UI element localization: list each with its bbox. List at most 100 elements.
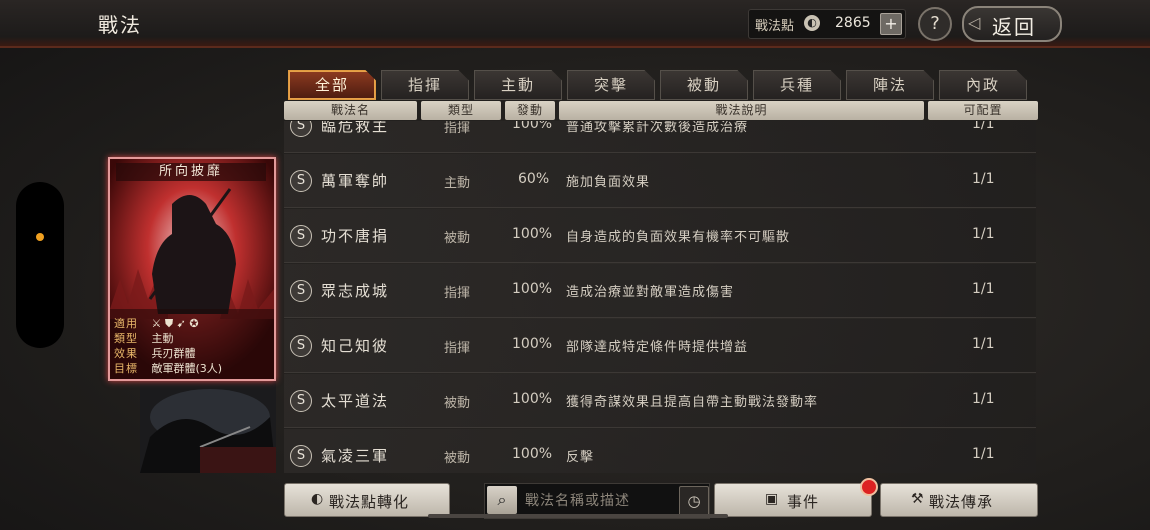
tactic-name: 眾志成城 bbox=[321, 282, 390, 300]
tab-all[interactable]: 全部 bbox=[288, 70, 376, 100]
history-clock-icon[interactable]: ◷ bbox=[679, 486, 709, 516]
bottom-bar: ◐ 戰法點轉化 ⌕ ◷ ▣ 事件 ⚒ 戰法傳承 bbox=[0, 480, 1150, 530]
tactic-name: 萬軍奪帥 bbox=[321, 172, 390, 190]
points-value: 2865 bbox=[835, 15, 871, 31]
selected-tactic-card[interactable]: 所向披靡 適用 ⚔ ⛊ ➹ ✪ 類型 主動 效果 兵刃群體 目標 敵軍群體(3人… bbox=[108, 157, 276, 381]
table-row[interactable]: S 萬軍奪帥 主動 60% 施加負面效果 1/1 bbox=[284, 154, 1036, 208]
table-row[interactable]: S 氣凌三軍 被動 100% 反擊 1/1 bbox=[284, 429, 1036, 473]
help-button[interactable]: ? bbox=[918, 7, 952, 41]
tactic-rate: 100% bbox=[512, 121, 553, 132]
tactic-desc: 獲得奇謀效果且提高自帶主動戰法發動率 bbox=[566, 395, 819, 410]
tab-command[interactable]: 指揮 bbox=[381, 70, 469, 100]
tactic-desc: 自身造成的負面效果有機率不可驅散 bbox=[566, 230, 791, 245]
table-row[interactable]: S 太平道法 被動 100% 獲得奇謀效果且提高自帶主動戰法發動率 1/1 bbox=[284, 374, 1036, 428]
back-label: 返回 bbox=[992, 15, 1036, 39]
tab-assault[interactable]: 突擊 bbox=[567, 70, 655, 100]
tactic-name: 知己知彼 bbox=[321, 337, 390, 355]
tactic-desc: 反擊 bbox=[566, 450, 595, 465]
event-label: 事件 bbox=[787, 493, 820, 511]
table-row[interactable]: S 功不唐捐 被動 100% 自身造成的負面效果有機率不可驅散 1/1 bbox=[284, 209, 1036, 263]
tactic-slot: 1/1 bbox=[972, 391, 995, 407]
tactic-rate: 100% bbox=[512, 281, 553, 297]
hammer-icon: ⚒ bbox=[911, 491, 925, 507]
info-value: 主動 bbox=[151, 332, 174, 345]
rank-badge: S bbox=[290, 390, 312, 412]
search-input[interactable] bbox=[523, 486, 667, 516]
rank-badge: S bbox=[290, 225, 312, 247]
table-header: 戰法名 類型 發動 戰法說明 可配置 bbox=[284, 101, 1038, 121]
coin-icon: ◐ bbox=[311, 491, 325, 507]
tactic-name: 功不唐捐 bbox=[321, 227, 390, 245]
tactic-desc: 部隊達成特定條件時提供增益 bbox=[566, 340, 749, 355]
tactic-type: 被動 bbox=[444, 451, 471, 466]
tactic-inherit-button[interactable]: ⚒ 戰法傳承 bbox=[880, 483, 1038, 517]
troop-type-icons: ⚔ ⛊ ➹ ✪ bbox=[151, 317, 199, 330]
tactic-point-icon: ◐ bbox=[804, 15, 820, 31]
card-title: 所向披靡 bbox=[116, 163, 266, 181]
card-info-line: 適用 ⚔ ⛊ ➹ ✪ bbox=[114, 315, 270, 330]
tactic-desc: 普通攻擊累計次數後造成治療 bbox=[566, 121, 749, 135]
page-title: 戰法 bbox=[98, 13, 142, 37]
card-art-secondary bbox=[140, 377, 276, 473]
tactic-rate: 60% bbox=[518, 171, 550, 187]
tactic-slot: 1/1 bbox=[972, 226, 995, 242]
secondary-tactic-card[interactable] bbox=[140, 377, 276, 473]
tactic-type: 指揮 bbox=[444, 121, 471, 136]
table-row[interactable]: S 知己知彼 指揮 100% 部隊達成特定條件時提供增益 1/1 bbox=[284, 319, 1036, 373]
card-info-line: 效果 兵刃群體 bbox=[114, 345, 270, 360]
tactic-desc: 造成治療並對敵軍造成傷害 bbox=[566, 285, 735, 300]
tactic-type: 主動 bbox=[444, 176, 471, 191]
tactic-rate: 100% bbox=[512, 446, 553, 462]
card-info-line: 目標 敵軍群體(3人) bbox=[114, 360, 270, 375]
rank-badge: S bbox=[290, 121, 312, 137]
table-row[interactable]: S 臨危救主 指揮 100% 普通攻擊累計次數後造成治療 1/1 bbox=[284, 121, 1036, 153]
tactic-rate: 100% bbox=[512, 391, 553, 407]
side-drawer-handle[interactable] bbox=[16, 182, 64, 348]
tab-active[interactable]: 主動 bbox=[474, 70, 562, 100]
info-key: 目標 bbox=[114, 362, 138, 375]
col-description: 戰法說明 bbox=[559, 101, 924, 120]
inherit-label: 戰法傳承 bbox=[929, 493, 994, 511]
info-value: 敵軍群體(3人) bbox=[151, 362, 223, 375]
rank-badge: S bbox=[290, 335, 312, 357]
tab-troop[interactable]: 兵種 bbox=[753, 70, 841, 100]
col-name[interactable]: 戰法名 bbox=[284, 101, 417, 120]
tab-formation[interactable]: 陣法 bbox=[846, 70, 934, 100]
tactic-type: 指揮 bbox=[444, 341, 471, 356]
rank-badge: S bbox=[290, 170, 312, 192]
tactic-points-display: 戰法點 ◐ 2865 + bbox=[748, 9, 906, 39]
tactic-slot: 1/1 bbox=[972, 121, 995, 132]
tactic-rate: 100% bbox=[512, 336, 553, 352]
card-info: 適用 ⚔ ⛊ ➹ ✪ 類型 主動 效果 兵刃群體 目標 敵軍群體(3人) bbox=[114, 315, 270, 375]
tactic-name: 臨危救主 bbox=[321, 121, 390, 135]
indicator-dot bbox=[36, 233, 44, 241]
col-rate[interactable]: 發動 bbox=[505, 101, 555, 120]
tab-domestic[interactable]: 內政 bbox=[939, 70, 1027, 100]
tactic-slot: 1/1 bbox=[972, 281, 995, 297]
notification-badge bbox=[860, 478, 878, 496]
tab-passive[interactable]: 被動 bbox=[660, 70, 748, 100]
search-icon[interactable]: ⌕ bbox=[487, 486, 517, 514]
tactics-list[interactable]: S 臨危救主 指揮 100% 普通攻擊累計次數後造成治療 1/1 S 萬軍奪帥 … bbox=[284, 121, 1036, 473]
col-type[interactable]: 類型 bbox=[421, 101, 501, 120]
tactic-name: 太平道法 bbox=[321, 392, 390, 410]
tactic-type: 被動 bbox=[444, 231, 471, 246]
top-bar: 戰法 戰法點 ◐ 2865 + ? ◁ 返回 bbox=[0, 0, 1150, 48]
back-arrow-icon: ◁ bbox=[968, 13, 981, 32]
tactic-desc: 施加負面效果 bbox=[566, 175, 651, 190]
convert-points-button[interactable]: ◐ 戰法點轉化 bbox=[284, 483, 450, 517]
add-points-button[interactable]: + bbox=[880, 13, 902, 35]
info-value: 兵刃群體 bbox=[151, 347, 196, 360]
back-button[interactable]: ◁ 返回 bbox=[962, 6, 1062, 42]
tactic-type: 指揮 bbox=[444, 286, 471, 301]
rank-badge: S bbox=[290, 280, 312, 302]
table-row[interactable]: S 眾志成城 指揮 100% 造成治療並對敵軍造成傷害 1/1 bbox=[284, 264, 1036, 318]
event-icon: ▣ bbox=[765, 491, 780, 507]
convert-points-label: 戰法點轉化 bbox=[329, 493, 410, 511]
col-slot[interactable]: 可配置 bbox=[928, 101, 1038, 120]
info-key: 類型 bbox=[114, 332, 138, 345]
tactic-type: 被動 bbox=[444, 396, 471, 411]
category-tabs: 全部 指揮 主動 突擊 被動 兵種 陣法 內政 bbox=[288, 70, 1038, 100]
event-button[interactable]: ▣ 事件 bbox=[714, 483, 872, 517]
tactic-slot: 1/1 bbox=[972, 171, 995, 187]
